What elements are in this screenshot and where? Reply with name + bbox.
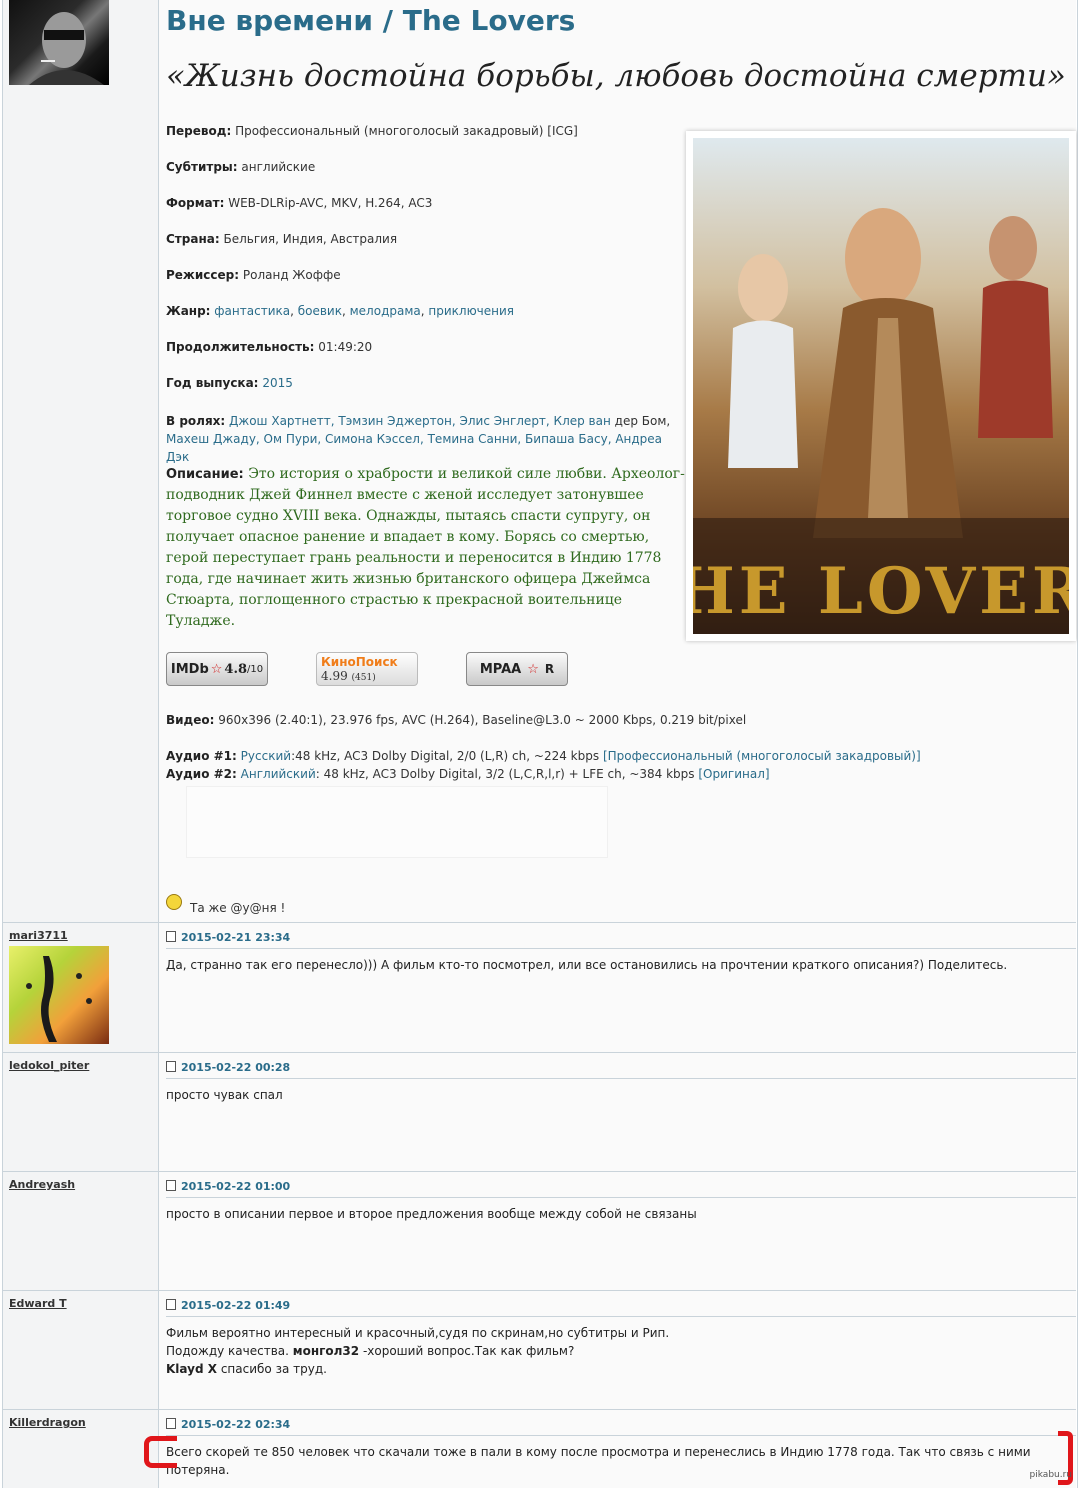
movie-poster: THE LOVERS — [686, 131, 1076, 641]
field-audio-2: Аудио #2: Английский: 48 kHz, AC3 Dolby … — [166, 767, 770, 781]
star-icon: ☆ — [210, 661, 223, 677]
post-header-divider — [166, 1316, 1076, 1317]
field-video: Видео: 960x396 (2.40:1), 23.976 fps, AVC… — [166, 713, 747, 727]
post-header-divider — [166, 948, 1076, 949]
avatar[interactable] — [9, 946, 109, 1044]
smile-icon — [166, 894, 182, 910]
post-separator — [3, 1290, 1076, 1291]
post-date[interactable]: 2015-02-22 01:00 — [166, 1180, 290, 1193]
post-body: Да, странно так его перенесло))) А фильм… — [166, 958, 1008, 972]
genre-link[interactable]: боевик — [298, 304, 342, 318]
watermark: pikabu.ru — [1029, 1470, 1072, 1480]
star-icon: ☆ — [527, 661, 539, 677]
post-separator — [3, 1052, 1076, 1053]
post-separator — [3, 922, 1076, 923]
mpaa-label: MPAA — [479, 661, 522, 677]
post-date[interactable]: 2015-02-21 23:34 — [166, 931, 290, 944]
field-format: Формат: WEB-DLRip-AVC, MKV, H.264, AC3 — [166, 196, 433, 210]
post-link-icon — [166, 931, 176, 942]
post-author[interactable]: Killerdragon — [9, 1416, 86, 1429]
cast-links-line-1[interactable]: Джош Хартнетт, Тэмзин Эджертон, Элис Энг… — [229, 414, 611, 428]
poster-logo-text: THE LOVERS — [693, 554, 1069, 629]
genre-link[interactable]: приключения — [428, 304, 514, 318]
post-author[interactable]: ledokol_piter — [9, 1059, 89, 1072]
post-link-icon — [166, 1299, 176, 1310]
poster-image: THE LOVERS — [693, 138, 1069, 634]
imdb-rating-badge[interactable]: IMDb ☆ 4.8/10 — [166, 652, 268, 686]
topic-tagline: «Жизнь достойна борьбы, любовь достойна … — [166, 58, 1066, 94]
field-duration: Продолжительность: 01:49:20 — [166, 340, 373, 354]
signature: Та же @у@ня ! — [190, 901, 286, 915]
post-header-divider — [166, 1435, 1076, 1436]
genre-link[interactable]: мелодрама — [350, 304, 421, 318]
poster-illustration: THE LOVERS — [693, 208, 1069, 634]
field-audio-1: Аудио #1: Русский:48 kHz, AC3 Dolby Digi… — [166, 749, 921, 763]
imdb-scale: /10 — [247, 663, 264, 675]
post-separator — [3, 1171, 1076, 1172]
topic-title: Вне времени / The Lovers — [166, 4, 576, 37]
post-body: Фильм вероятно интересный и красочный,су… — [166, 1326, 670, 1376]
post-separator — [3, 1409, 1076, 1410]
mpaa-value: R — [544, 662, 555, 676]
blurred-spoiler-area — [186, 786, 608, 858]
post-author[interactable]: Edward T — [9, 1297, 67, 1310]
post-link-icon — [166, 1061, 176, 1072]
post-body: просто чувак спал — [166, 1088, 283, 1102]
post-body: Всего скорей те 850 человек что скачали … — [166, 1445, 1031, 1477]
imdb-value: 4.8 — [224, 661, 248, 677]
kinopoisk-label: КиноПоиск — [321, 655, 398, 669]
description: Описание: Это история о храбрости и вели… — [166, 466, 685, 629]
red-bracket-left — [144, 1436, 177, 1468]
post-author[interactable]: mari3711 — [9, 929, 68, 942]
field-cast: В ролях: Джош Хартнетт, Тэмзин Эджертон,… — [166, 414, 671, 464]
kinopoisk-value: 4.99 (451) — [321, 669, 376, 683]
post-link-icon — [166, 1418, 176, 1429]
post-header-divider — [166, 1078, 1076, 1079]
author-column — [3, 0, 159, 1488]
field-director: Режиссер: Роланд Жоффе — [166, 268, 341, 282]
post-link-icon — [166, 1180, 176, 1191]
field-genre: Жанр: фантастика, боевик, мелодрама, при… — [166, 304, 515, 318]
avatar[interactable] — [9, 0, 109, 85]
post-author[interactable]: Andreyash — [9, 1178, 75, 1191]
avatar-silhouette-image — [26, 956, 92, 1042]
post-header-divider — [166, 1197, 1076, 1198]
field-subtitles: Субтитры: английские — [166, 160, 316, 174]
year-link[interactable]: 2015 — [262, 376, 293, 390]
post-date[interactable]: 2015-02-22 00:28 — [166, 1061, 290, 1074]
genre-link[interactable]: фантастика — [214, 304, 290, 318]
imdb-label: IMDb — [170, 661, 209, 677]
kinopoisk-rating-badge[interactable]: КиноПоиск 4.99 (451) — [316, 652, 418, 686]
field-country: Страна: Бельгия, Индия, Австралия — [166, 232, 398, 246]
post-body: просто в описании первое и второе предло… — [166, 1207, 697, 1221]
post-date[interactable]: 2015-02-22 01:49 — [166, 1299, 290, 1312]
cast-links-line-2[interactable]: Махеш Джаду, Ом Пури, Симона Кэссел, Тем… — [166, 432, 662, 464]
post-date[interactable]: 2015-02-22 02:34 — [166, 1418, 290, 1431]
avatar-portrait-image — [29, 12, 104, 85]
field-translation: Перевод: Профессиональный (многоголосый … — [166, 124, 578, 138]
mpaa-rating-badge[interactable]: MPAA ☆ R — [466, 652, 568, 686]
field-year: Год выпуска: 2015 — [166, 376, 293, 390]
